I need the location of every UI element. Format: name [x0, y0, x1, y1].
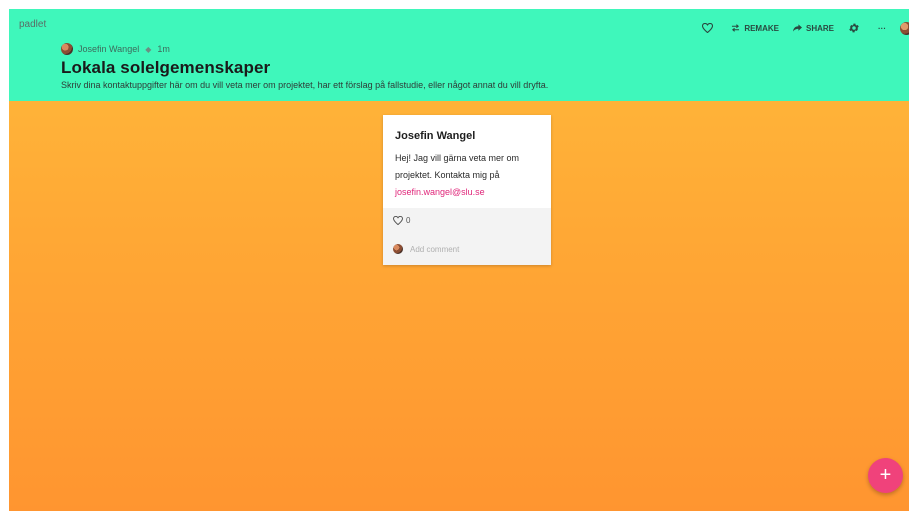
wall-timestamp: 1m [157, 44, 170, 54]
header-actions: REMAKE SHARE ··· [688, 20, 909, 36]
post-body: Hej! Jag vill gärna veta mer om projekte… [395, 150, 545, 201]
wall-author-row: Josefin Wangel ◆ 1m [61, 42, 170, 56]
settings-button[interactable] [848, 22, 864, 34]
post-email-link[interactable]: josefin.wangel@slu.se [395, 187, 485, 197]
share-button[interactable]: SHARE [792, 23, 834, 33]
share-label: SHARE [805, 23, 834, 33]
heart-outline-icon [702, 23, 714, 33]
post-like-button[interactable]: 0 [393, 216, 410, 225]
padlet-wall: padlet Josefin Wangel ◆ 1m Lokala solelg… [9, 9, 909, 511]
separator-dot: ◆ [145, 44, 152, 54]
post-card[interactable]: Josefin Wangel Hej! Jag vill gärna veta … [383, 115, 551, 265]
user-avatar[interactable] [900, 21, 909, 35]
page-title: Lokala solelgemenskaper [61, 58, 271, 77]
like-wall-button[interactable] [702, 23, 717, 33]
add-comment-field[interactable]: Add comment [393, 244, 459, 254]
padlet-logo[interactable]: padlet [19, 19, 46, 30]
add-post-button[interactable]: + [868, 458, 903, 493]
more-button[interactable]: ··· [878, 24, 886, 33]
gear-icon [849, 23, 859, 33]
like-count: 0 [406, 216, 411, 225]
commenter-avatar [393, 244, 403, 254]
post-footer: 0 Add comment [383, 208, 551, 265]
heart-outline-icon [393, 216, 403, 225]
wall-description: Skriv dina kontaktuppgifter här om du vi… [61, 80, 549, 90]
remake-label: REMAKE [744, 23, 779, 33]
post-author: Josefin Wangel [395, 130, 476, 142]
wall-header: padlet Josefin Wangel ◆ 1m Lokala solelg… [9, 9, 909, 101]
remake-icon [732, 24, 740, 32]
wall-author-name[interactable]: Josefin Wangel [78, 44, 139, 54]
remake-button[interactable]: REMAKE [731, 24, 779, 33]
comment-placeholder: Add comment [410, 244, 460, 254]
author-avatar[interactable] [61, 43, 73, 55]
share-arrow-icon [792, 24, 802, 32]
post-text: Hej! Jag vill gärna veta mer om projekte… [395, 153, 520, 180]
